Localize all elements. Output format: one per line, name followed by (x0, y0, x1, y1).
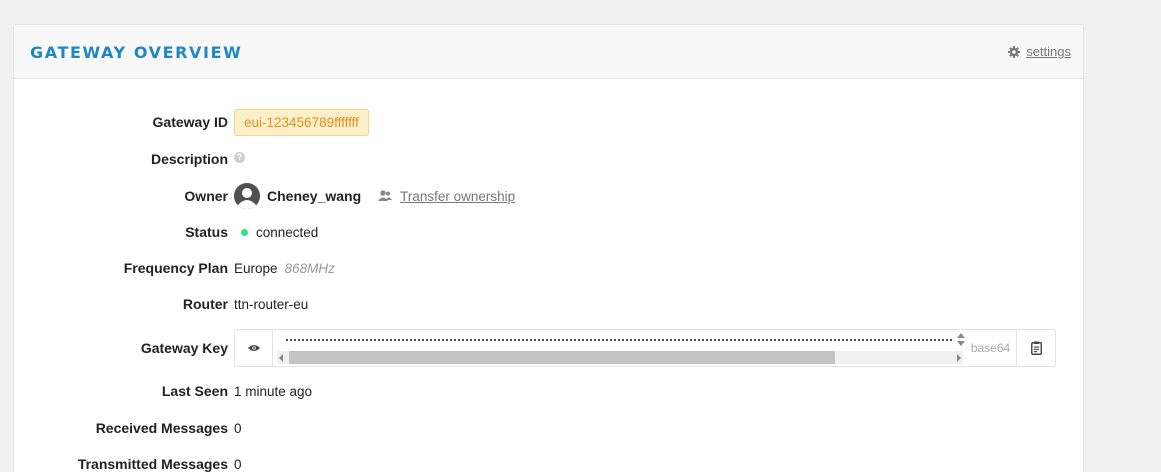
scroll-down-arrow-icon[interactable] (957, 341, 965, 346)
eye-icon[interactable] (235, 330, 273, 366)
router-value: ttn-router-eu (234, 296, 309, 312)
gateway-id-row: Gateway ID eui-123456789fffffff (14, 108, 1085, 136)
gateway-id-badge: eui-123456789fffffff (234, 108, 369, 136)
horizontal-scrollbar[interactable] (277, 351, 963, 364)
transmitted-messages-value: 0 (234, 456, 242, 472)
description-row: Description ? (14, 146, 1085, 172)
gateway-key-label: Gateway Key (140, 340, 228, 356)
key-encoding-label: base64 (965, 330, 1017, 366)
gateway-key-field: base64 (234, 329, 1056, 367)
last-seen-label: Last Seen (161, 383, 228, 399)
transfer-ownership-link[interactable]: Transfer ownership (378, 189, 515, 204)
owner-name[interactable]: Cheney_wang (267, 188, 361, 204)
frequency-plan-band: 868MHz (284, 260, 335, 276)
gateway-id-label: Gateway ID (152, 114, 228, 130)
scroll-left-arrow-icon[interactable] (279, 354, 283, 362)
owner-row: Owner Cheney_wang Transfer ownership (14, 183, 1085, 209)
status-value: connected (256, 224, 319, 240)
received-messages-row: Received Messages 0 (14, 415, 1085, 441)
gateway-key-textarea[interactable] (273, 330, 965, 366)
received-messages-value: 0 (234, 420, 242, 436)
status-row: Status connected (14, 219, 1085, 245)
scrollbar-thumb[interactable] (289, 351, 835, 364)
clipboard-icon[interactable] (1017, 330, 1055, 366)
frequency-plan-label: Frequency Plan (123, 260, 228, 276)
scroll-up-arrow-icon[interactable] (957, 333, 965, 338)
frequency-plan-value: Europe (234, 260, 278, 276)
question-icon[interactable]: ? (234, 151, 245, 163)
transmitted-messages-row: Transmitted Messages 0 (14, 451, 1085, 472)
owner-label: Owner (184, 188, 228, 204)
status-indicator (241, 228, 248, 236)
frequency-plan-row: Frequency Plan Europe 868MHz (14, 255, 1085, 281)
avatar-icon (234, 183, 260, 209)
card-header: GATEWAY OVERVIEW settings (14, 25, 1083, 79)
page-title: GATEWAY OVERVIEW (30, 43, 243, 62)
users-icon (378, 189, 393, 204)
received-messages-label: Received Messages (95, 420, 228, 436)
scroll-right-arrow-icon[interactable] (957, 354, 961, 362)
gear-icon (1008, 45, 1021, 58)
gateway-key-masked (285, 338, 953, 342)
router-label: Router (182, 296, 228, 312)
gateway-overview-card: GATEWAY OVERVIEW settings Gateway ID eui… (13, 24, 1084, 472)
settings-link[interactable]: settings (1008, 44, 1071, 59)
settings-label: settings (1026, 44, 1071, 59)
router-row: Router ttn-router-eu (14, 291, 1085, 317)
transfer-ownership-label: Transfer ownership (400, 188, 516, 204)
last-seen-row: Last Seen 1 minute ago (14, 378, 1085, 404)
last-seen-value: 1 minute ago (234, 383, 313, 399)
transmitted-messages-label: Transmitted Messages (77, 456, 228, 472)
description-label: Description (150, 151, 228, 167)
status-label: Status (185, 224, 228, 240)
